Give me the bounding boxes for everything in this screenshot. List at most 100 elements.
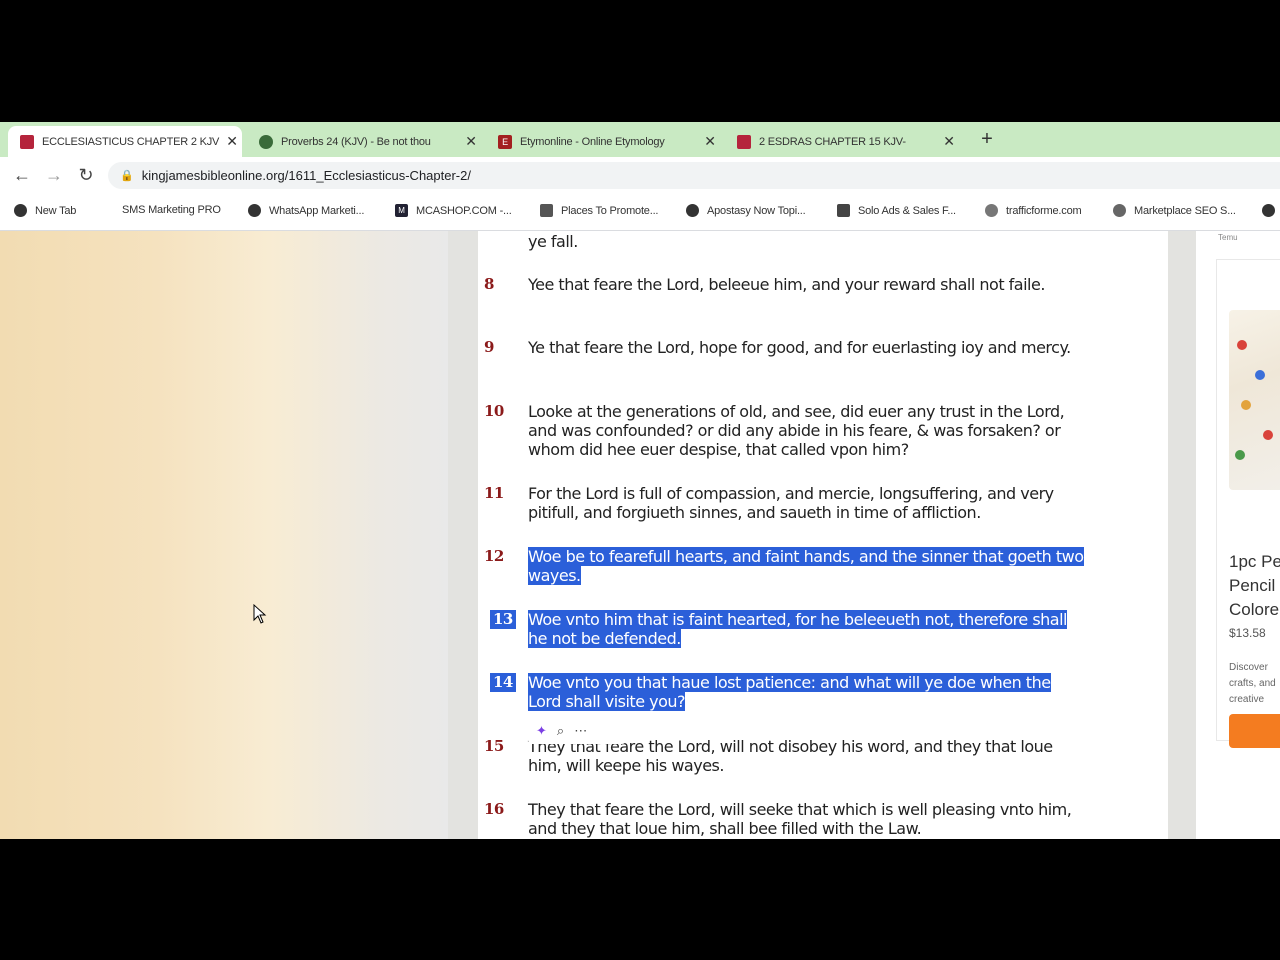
verse-number[interactable]: 14 <box>490 673 516 692</box>
ad-button[interactable] <box>1229 714 1280 748</box>
browser-toolbar: ← → ↻ 🔒 kingjamesbibleonline.org/1611_Ec… <box>0 157 1280 193</box>
bookmark-label: New Tab <box>35 204 77 217</box>
verse-number[interactable]: 13 <box>490 610 516 629</box>
verse-number[interactable]: 11 <box>484 484 524 503</box>
ad-card[interactable]: 1pc Pe Pencil Colore $13.58 Discover cra… <box>1216 259 1280 748</box>
parchment-background <box>0 231 448 839</box>
verse-13: 13 Woe vnto him that is faint hearted, fo… <box>490 610 1088 648</box>
lock-icon[interactable]: 🔒 <box>120 169 134 182</box>
etymonline-icon: E <box>498 134 512 149</box>
bookmark-trafficforme[interactable]: trafficforme.com <box>985 204 1082 217</box>
verse-text: Looke at the generations of old, and see… <box>528 402 1065 459</box>
tab-2-esdras[interactable]: 2 ESDRAS CHAPTER 15 KJV- ✕ <box>725 126 959 157</box>
verse-9: 9 Ye that feare the Lord, hope for good, … <box>484 338 1088 357</box>
verse-text: Ye that feare the Lord, hope for good, a… <box>528 338 1071 357</box>
verse-8: 8 Yee that feare the Lord, beleeue him, a… <box>484 275 1088 294</box>
verse-text: ye fall. <box>528 232 578 251</box>
close-icon[interactable]: ✕ <box>939 133 959 150</box>
bible-icon <box>737 134 751 149</box>
close-icon[interactable]: ✕ <box>461 133 481 150</box>
mouse-cursor-icon <box>253 603 267 629</box>
verse-14: 14 Woe vnto you that haue lost patience: … <box>490 673 1088 711</box>
close-icon[interactable]: ✕ <box>222 133 242 150</box>
chapter-text: ye fall. 8 Yee that feare the Lord, belee… <box>478 231 1168 839</box>
address-bar[interactable]: 🔒 kingjamesbibleonline.org/1611_Ecclesia… <box>108 162 1280 189</box>
verse-number[interactable]: 16 <box>484 800 524 819</box>
tab-title: ECCLESIASTICUS CHAPTER 2 KJV <box>42 135 220 148</box>
sparkle-icon[interactable]: ✦ <box>536 723 547 739</box>
bookmark-label: Apostasy Now Topi... <box>707 204 806 217</box>
selection-toolbar: ✦ ⌕ ⋯ <box>528 718 626 744</box>
bookmark-places-to-promote[interactable]: Places To Promote... <box>540 204 658 217</box>
tab-title: Proverbs 24 (KJV) - Be not thou <box>281 135 431 148</box>
new-tab-icon[interactable]: + <box>976 128 998 150</box>
bookmark-solo-ads[interactable]: Solo Ads & Sales F... <box>837 204 956 217</box>
verse-partial: ye fall. <box>528 232 1088 251</box>
ad-price: $13.58 <box>1229 626 1266 640</box>
globe-icon <box>248 204 261 217</box>
verse-number[interactable]: 9 <box>484 338 524 357</box>
ad-title-line[interactable]: Colore <box>1229 600 1279 620</box>
bookmark-marketplace-seo[interactable]: Marketplace SEO S... <box>1113 204 1236 217</box>
globe-icon <box>14 204 27 217</box>
bookmarks-bar: New Tab SMS Marketing PRO WhatsApp Marke… <box>0 193 1280 231</box>
url-text: kingjamesbibleonline.org/1611_Ecclesiast… <box>141 168 471 183</box>
ad-desc-line: Discover <box>1229 662 1268 673</box>
ad-desc-line: creative <box>1229 694 1265 705</box>
forward-arrow-icon[interactable]: → <box>42 163 66 187</box>
bookmark-label: SMS Marketing PRO <box>122 204 221 216</box>
link-icon <box>259 134 273 149</box>
verse-text-selected: Woe vnto you that haue lost patience: an… <box>528 673 1051 711</box>
ad-desc-line: crafts, and <box>1229 678 1276 689</box>
globe-icon <box>1262 204 1275 217</box>
content-gutter-right <box>1168 231 1196 839</box>
page-viewport: ye fall. 8 Yee that feare the Lord, belee… <box>0 231 1280 839</box>
verse-number[interactable]: 10 <box>484 402 524 421</box>
more-icon[interactable]: ⋯ <box>574 723 587 739</box>
product-image[interactable] <box>1229 310 1280 490</box>
bookmark-label: WhatsApp Marketi... <box>269 204 365 217</box>
bible-icon <box>20 134 34 149</box>
reload-icon[interactable]: ↻ <box>74 163 98 187</box>
bookmark-sms-marketing[interactable]: SMS Marketing PRO <box>122 204 221 216</box>
flower-shape <box>1255 370 1265 380</box>
tab-ecclesiasticus[interactable]: ECCLESIASTICUS CHAPTER 2 KJV ✕ <box>8 126 242 157</box>
bookmark-overflow[interactable] <box>1262 204 1280 217</box>
bookmark-label: trafficforme.com <box>1006 204 1082 217</box>
verse-text-selected: Woe be to fearefull hearts, and faint ha… <box>528 547 1084 585</box>
ad-column: Temu 1pc Pe Pencil Colore $13.58 Discove… <box>1196 231 1280 839</box>
flower-shape <box>1241 400 1251 410</box>
tab-proverbs[interactable]: Proverbs 24 (KJV) - Be not thou ✕ <box>247 126 481 157</box>
browser-window: ECCLESIASTICUS CHAPTER 2 KJV ✕ Proverbs … <box>0 122 1280 839</box>
bookmark-mcashop[interactable]: M MCASHOP.COM -... <box>395 204 512 217</box>
bookmark-whatsapp[interactable]: WhatsApp Marketi... <box>248 204 364 217</box>
verse-16: 16 They that feare the Lord, will seeke t… <box>484 800 1088 838</box>
back-arrow-icon[interactable]: ← <box>10 163 34 187</box>
ad-tag: Temu <box>1218 233 1238 242</box>
mcashop-icon: M <box>395 204 408 217</box>
close-icon[interactable]: ✕ <box>700 133 720 150</box>
flower-shape <box>1237 340 1247 350</box>
verse-number[interactable]: 12 <box>484 547 524 566</box>
flower-shape <box>1263 430 1273 440</box>
bookmark-label: Marketplace SEO S... <box>1134 204 1236 217</box>
building-icon <box>540 204 553 217</box>
verse-text-selected: Woe vnto him that is faint hearted, for … <box>528 610 1067 648</box>
bookmark-apostasy[interactable]: Apostasy Now Topi... <box>686 204 806 217</box>
bookmark-label: Places To Promote... <box>561 204 659 217</box>
tab-etymonline[interactable]: E Etymonline - Online Etymology ✕ <box>486 126 720 157</box>
verse-number[interactable]: 8 <box>484 275 524 294</box>
bookmark-label: MCASHOP.COM -... <box>416 204 512 217</box>
verse-11: 11 For the Lord is full of compassion, an… <box>484 484 1088 522</box>
seo-icon <box>1113 204 1126 217</box>
flower-shape <box>1235 450 1245 460</box>
ad-title-line[interactable]: 1pc Pe <box>1229 552 1280 572</box>
content-gutter <box>448 231 478 839</box>
ad-title-line[interactable]: Pencil <box>1229 576 1275 596</box>
verse-10: 10 Looke at the generations of old, and s… <box>484 402 1088 459</box>
search-icon[interactable]: ⌕ <box>557 723 564 739</box>
verse-12: 12 Woe be to fearefull hearts, and faint … <box>484 547 1088 585</box>
verse-text: Yee that feare the Lord, beleeue him, an… <box>528 275 1045 294</box>
bookmark-new-tab[interactable]: New Tab <box>14 204 76 217</box>
verse-number[interactable]: 15 <box>484 737 524 756</box>
